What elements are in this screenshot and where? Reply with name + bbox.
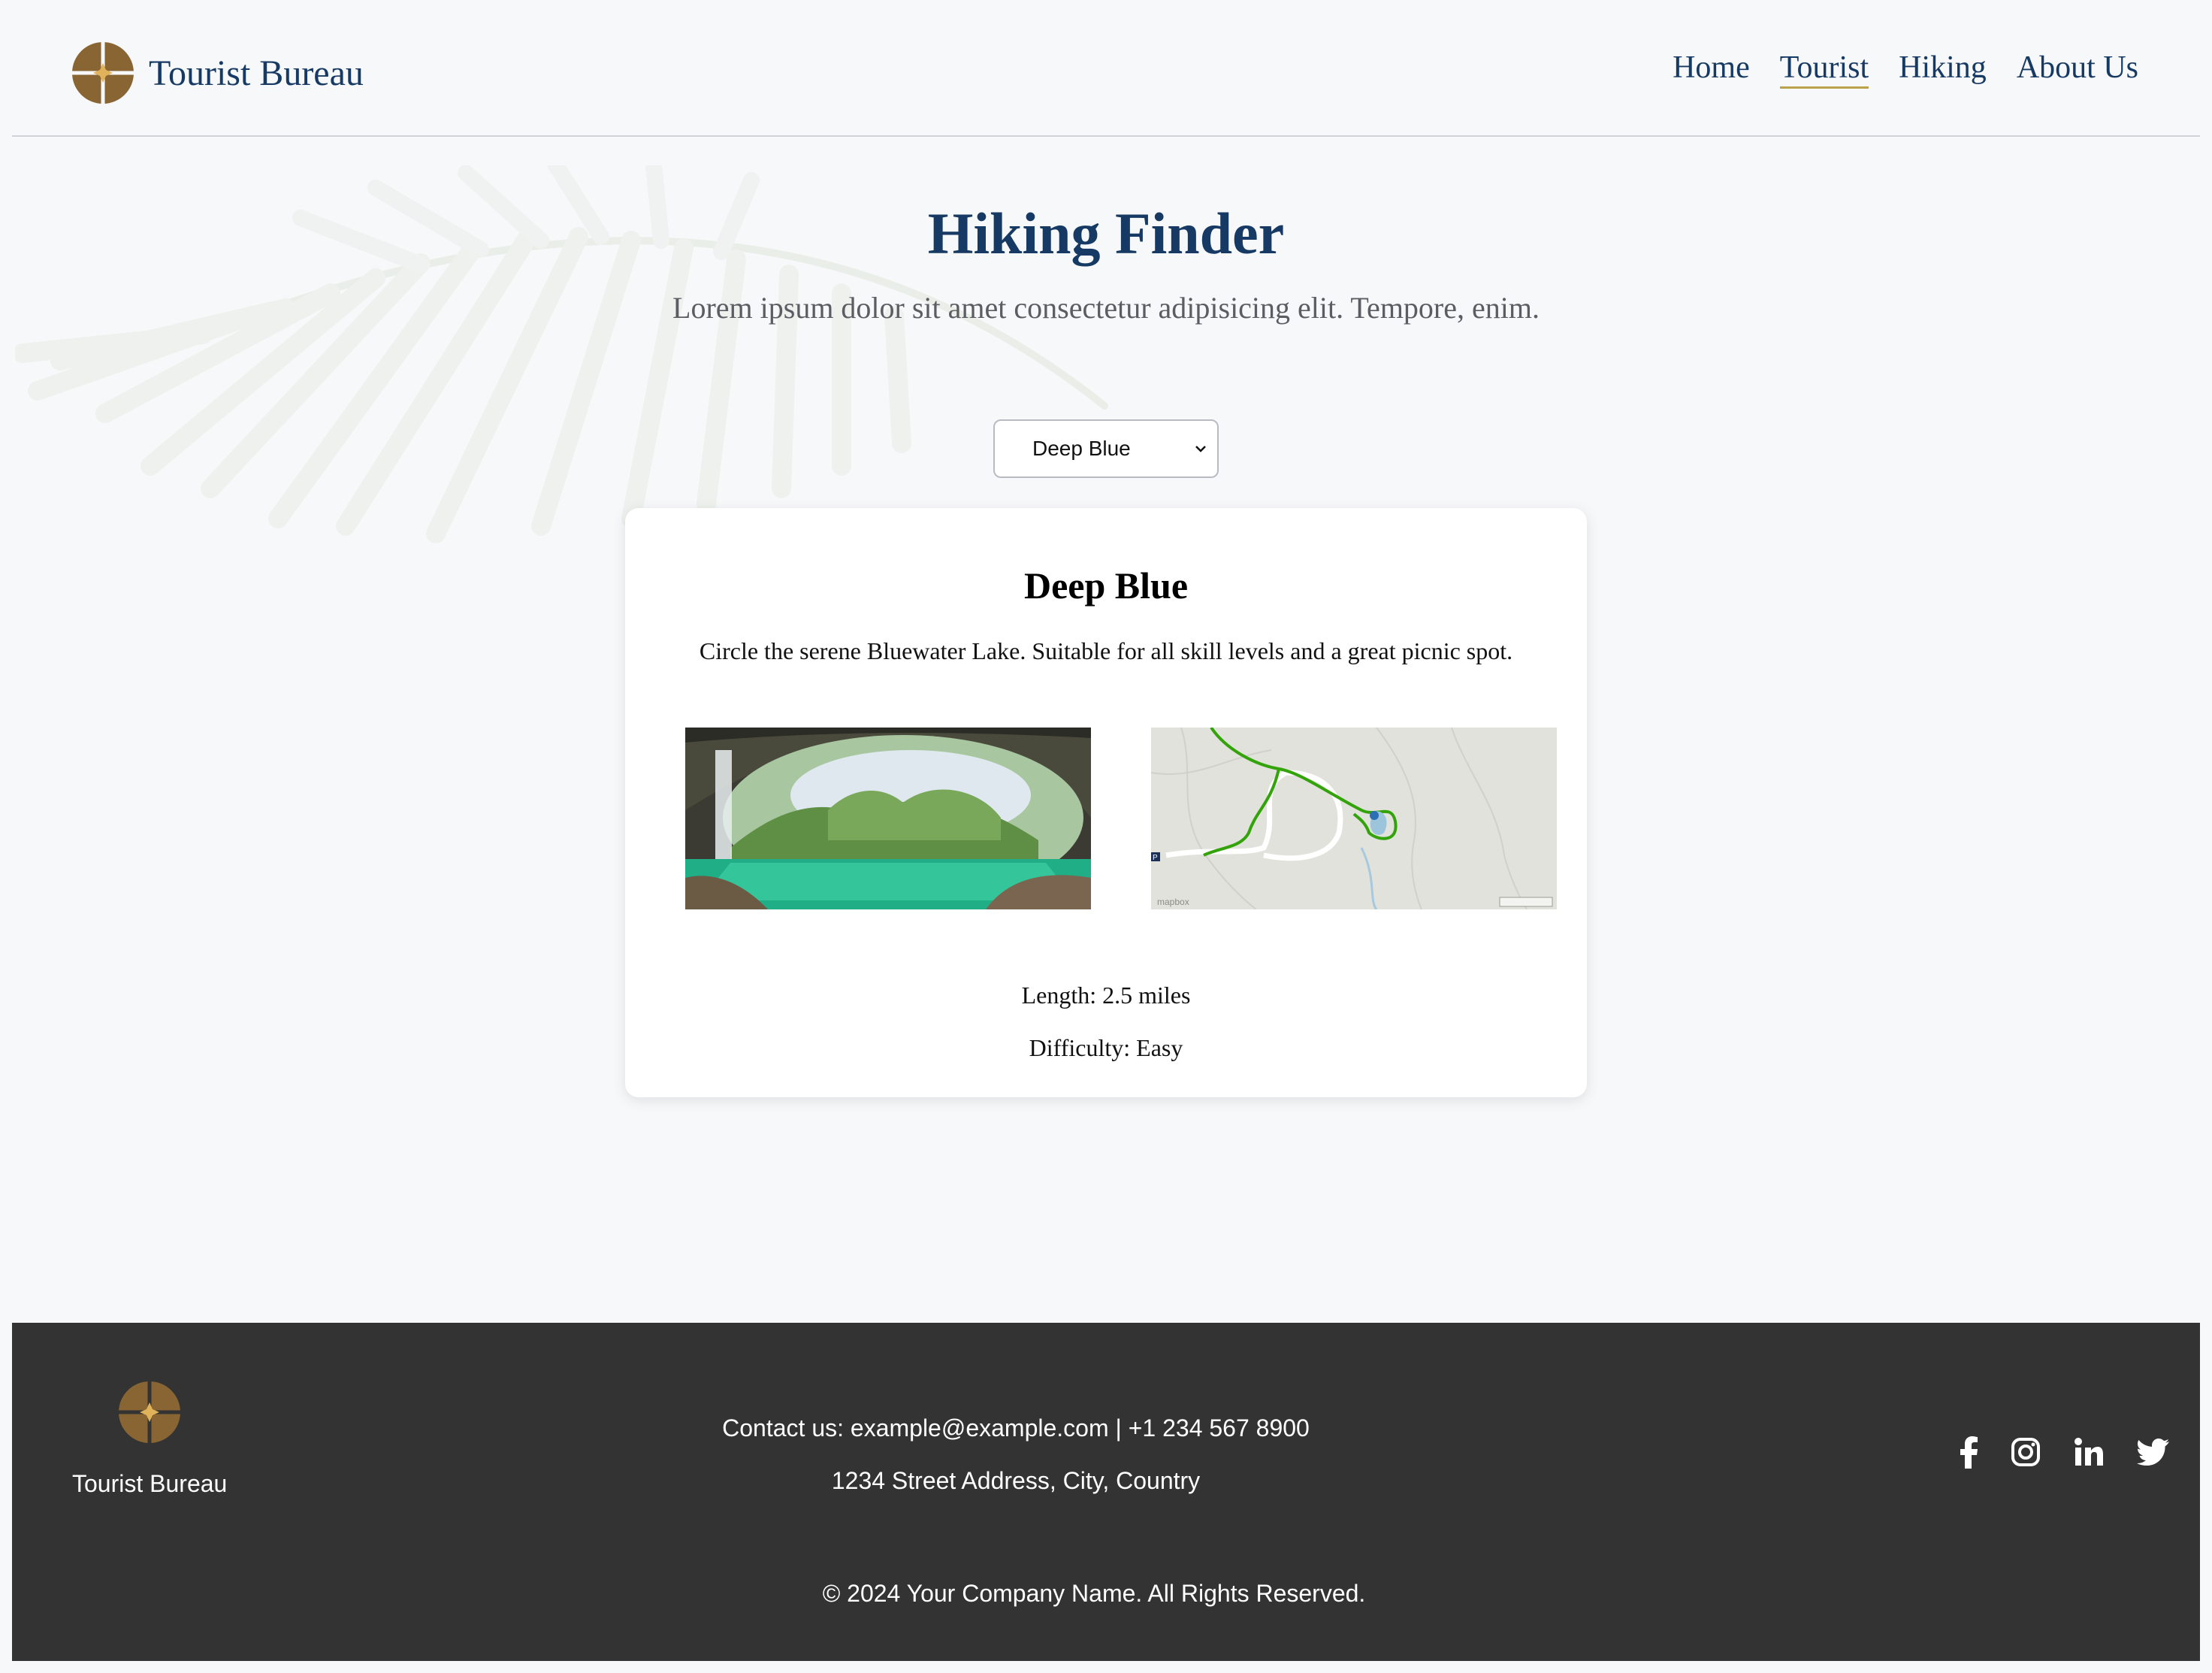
trail-description: Circle the serene Bluewater Lake. Suitab… [699, 637, 1513, 664]
footer-address: 1234 Street Address, City, Country [831, 1467, 1201, 1494]
trail-title: Deep Blue [1023, 564, 1189, 607]
chevron-down-icon [1195, 446, 1206, 452]
brand-name: Tourist Bureau [149, 53, 364, 93]
page-subtitle: Lorem ipsum dolor sit amet consectetur a… [672, 291, 1540, 325]
trail-select-dropdown[interactable]: Deep Blue [993, 419, 1219, 478]
trail-select-value: Deep Blue [1032, 437, 1131, 460]
trail-card: Deep Blue Circle the serene Bluewater La… [625, 508, 1587, 1097]
main-nav: Home Tourist Hiking About Us [1673, 50, 2138, 89]
nav-tourist-link[interactable]: Tourist [1779, 50, 1869, 89]
linkedin-icon[interactable] [2074, 1437, 2104, 1467]
trail-map-image[interactable]: P mapbox [1151, 728, 1557, 909]
footer-copyright: © 2024 Your Company Name. All Rights Res… [822, 1580, 1366, 1607]
compass-logo-icon [72, 42, 134, 104]
facebook-icon[interactable] [1954, 1436, 1984, 1469]
trail-photo-image [685, 728, 1091, 909]
brand[interactable]: Tourist Bureau [72, 42, 364, 104]
site-header: Tourist Bureau Home Tourist Hiking About… [12, 0, 2200, 137]
twitter-icon[interactable] [2137, 1439, 2170, 1466]
trail-difficulty: Difficulty: Easy [1029, 1034, 1183, 1061]
instagram-icon[interactable] [2011, 1437, 2041, 1467]
page-title: Hiking Finder [927, 201, 1285, 266]
map-attribution: mapbox [1157, 897, 1189, 907]
trail-length: Length: 2.5 miles [1021, 982, 1191, 1009]
footer-contact: Contact us: example@example.com | +1 234… [722, 1414, 1310, 1442]
svg-text:P: P [1153, 854, 1158, 862]
nav-hiking-link[interactable]: Hiking [1899, 50, 1987, 89]
nav-about-link[interactable]: About Us [2017, 50, 2138, 89]
site-footer: Tourist Bureau Contact us: example@examp… [12, 1323, 2200, 1661]
nav-home-link[interactable]: Home [1673, 50, 1750, 89]
